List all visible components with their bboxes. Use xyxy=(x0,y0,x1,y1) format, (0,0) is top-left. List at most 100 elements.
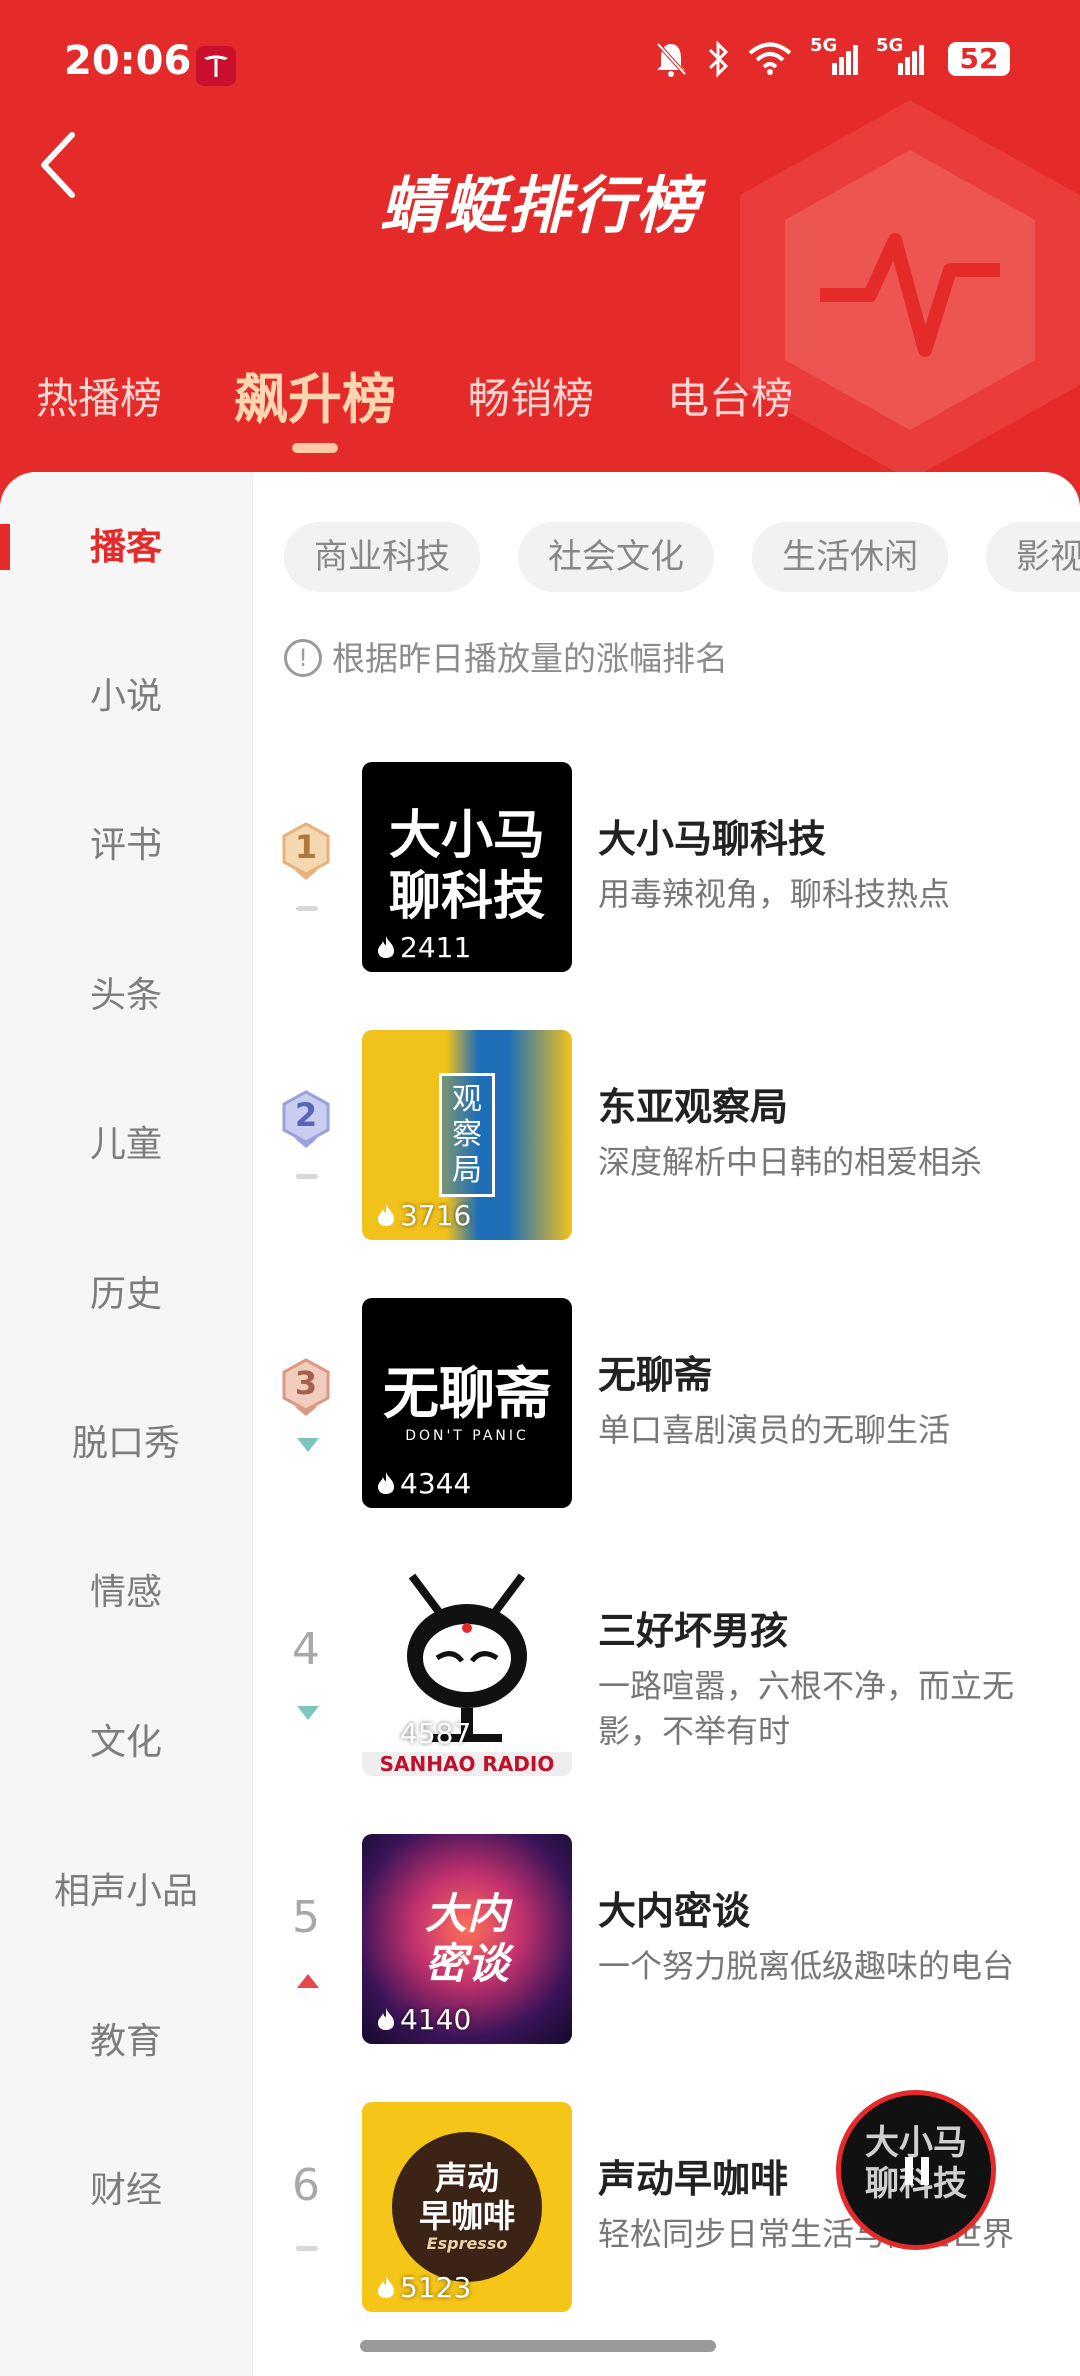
flame-icon xyxy=(378,1472,394,1494)
podcast-title: 东亚观察局 xyxy=(598,1085,789,1129)
sidebar-item-history[interactable]: 历史 xyxy=(0,1245,252,1345)
podcast-cover[interactable]: 大小马 聊科技 2411 xyxy=(362,762,572,972)
trend-flat-icon xyxy=(296,2246,318,2251)
sidebar-item-headlines[interactable]: 头条 xyxy=(0,946,252,1046)
rank-number: 2 xyxy=(294,1096,318,1134)
tesla-app-icon xyxy=(196,46,236,86)
cellular-signal-2: 5G xyxy=(876,35,924,77)
pause-icon[interactable] xyxy=(897,2151,937,2191)
rank-indicator: 2 xyxy=(252,1030,372,1250)
hint-text: 根据昨日播放量的涨幅排名 xyxy=(332,639,728,678)
rank-number: 3 xyxy=(294,1364,318,1402)
podcast-description: 一路喧嚣，六根不净，而立无影，不举有时 xyxy=(598,1667,1015,1750)
cover-art-text: 声动 早咖啡 xyxy=(418,2158,515,2235)
flame-icon xyxy=(378,1722,394,1744)
play-count: 4587 xyxy=(376,1717,471,1750)
play-count-value: 3716 xyxy=(400,1199,472,1232)
chip-social-culture[interactable]: 社会文化 xyxy=(518,522,714,592)
podcast-cover[interactable]: 大内 密谈 4140 xyxy=(362,1834,572,2044)
active-tab-indicator xyxy=(292,443,338,453)
header: 20:06 5G 5G 52 蜻蜓排行榜 热播榜 飙升榜 畅销榜 电台榜 xyxy=(0,0,1080,520)
podcast-title: 大内密谈 xyxy=(598,1889,751,1933)
rank-number: 6 xyxy=(292,2160,320,2211)
podcast-cover[interactable]: SANHAO RADIO 4587 xyxy=(362,1566,572,1776)
rank-number: 4 xyxy=(292,1624,320,1675)
podcast-description: 深度解析中日韩的相爱相杀 xyxy=(598,1143,983,1181)
chip-film[interactable]: 影视 xyxy=(986,522,1080,592)
play-count: 4140 xyxy=(376,2003,471,2036)
podcast-cover[interactable]: 观 察 局 3716 xyxy=(362,1030,572,1240)
cellular-signal-1: 5G xyxy=(810,35,858,77)
coffee-cup-graphic: 声动 早咖啡 Espresso xyxy=(392,2132,542,2282)
sidebar-item-emotion[interactable]: 情感 xyxy=(0,1543,252,1643)
chip-business-tech[interactable]: 商业科技 xyxy=(284,522,480,592)
ranking-item[interactable]: 2 观 察 局 3716 东亚观察局 深度解析中日韩的相爱相杀 xyxy=(252,1030,1080,1250)
trend-down-icon xyxy=(297,1438,319,1452)
play-count: 3716 xyxy=(376,1199,471,1232)
rank-number: 1 xyxy=(294,828,318,866)
ranking-item[interactable]: 4 SANHAO RADIO 4587 三好坏男孩 一路喧嚣，六根不净，而立无影… xyxy=(252,1566,1080,1786)
sidebar-item-novel[interactable]: 小说 xyxy=(0,647,252,747)
rank-indicator: 6 xyxy=(252,2102,372,2322)
tab-radio[interactable]: 电台榜 xyxy=(667,365,793,426)
sidebar-item-culture[interactable]: 文化 xyxy=(0,1693,252,1793)
cover-art-subtext: DON'T PANIC xyxy=(405,1427,529,1444)
status-time: 20:06 xyxy=(64,38,192,84)
play-count-value: 4140 xyxy=(400,2003,472,2036)
home-indicator[interactable] xyxy=(360,2340,716,2352)
play-count: 2411 xyxy=(376,931,471,964)
trend-up-icon xyxy=(297,1974,319,1988)
tab-hot-play[interactable]: 热播榜 xyxy=(36,365,162,426)
podcast-description: 用毒辣视角，聊科技热点 xyxy=(598,875,951,913)
tab-best-selling[interactable]: 畅销榜 xyxy=(468,365,594,426)
rank-indicator: 5 xyxy=(252,1834,372,2054)
play-count-value: 2411 xyxy=(400,931,472,964)
cover-art-text: 观 察 局 xyxy=(439,1072,495,1198)
filter-chips: 商业科技 社会文化 生活休闲 影视 xyxy=(284,522,1080,598)
sidebar-item-crosstalk[interactable]: 相声小品 xyxy=(0,1842,252,1942)
podcast-title: 三好坏男孩 xyxy=(598,1609,789,1653)
play-count-value: 4344 xyxy=(400,1467,472,1500)
podcast-cover[interactable]: 无聊斋 DON'T PANIC 4344 xyxy=(362,1298,572,1508)
trend-down-icon xyxy=(297,1706,319,1720)
flame-icon xyxy=(378,2008,394,2030)
mini-player[interactable]: 大小马 聊科技 xyxy=(836,2090,996,2250)
sidebar-item-storytelling[interactable]: 评书 xyxy=(0,796,252,896)
sidebar-item-education[interactable]: 教育 xyxy=(0,1992,252,2092)
wifi-icon xyxy=(748,42,792,75)
rank-indicator: 3 xyxy=(252,1298,372,1518)
cover-art-text: 无聊斋 xyxy=(383,1361,551,1427)
category-sidebar: 播客 小说 评书 头条 儿童 历史 脱口秀 情感 文化 相声小品 教育 财经 xyxy=(0,472,253,2376)
podcast-cover[interactable]: 声动 早咖啡 Espresso 5123 xyxy=(362,2102,572,2312)
podcast-description: 轻松同步日常生活与商业世界 xyxy=(598,2215,1015,2253)
ranking-item[interactable]: 5 大内 密谈 4140 大内密谈 一个努力脱离低级趣味的电台 xyxy=(252,1834,1080,2054)
play-count: 5123 xyxy=(376,2271,471,2304)
page-title: 蜻蜓排行榜 xyxy=(379,169,700,242)
signal-bars-icon xyxy=(832,45,858,75)
sidebar-item-talk-show[interactable]: 脱口秀 xyxy=(0,1394,252,1494)
play-count-value: 5123 xyxy=(400,2271,472,2304)
flame-icon xyxy=(378,2276,394,2298)
signal-bars-icon xyxy=(898,45,924,75)
ranking-tabs: 热播榜 飙升榜 畅销榜 电台榜 xyxy=(0,355,1080,475)
ranking-hint: ! 根据昨日播放量的涨幅排名 xyxy=(284,632,728,680)
trend-flat-icon xyxy=(296,906,318,911)
sidebar-item-kids[interactable]: 儿童 xyxy=(0,1095,252,1195)
play-count: 4344 xyxy=(376,1467,471,1500)
sidebar-item-finance[interactable]: 财经 xyxy=(0,2141,252,2241)
podcast-title: 无聊斋 xyxy=(598,1353,713,1397)
podcast-description: 一个努力脱离低级趣味的电台 xyxy=(598,1947,1015,1985)
battery-indicator: 52 xyxy=(948,42,1010,76)
bell-muted-icon xyxy=(656,42,687,77)
flame-icon xyxy=(378,936,394,958)
ranking-item[interactable]: 3 无聊斋 DON'T PANIC 4344 无聊斋 单口喜剧演员的无聊生活 xyxy=(252,1298,1080,1518)
ranking-item[interactable]: 1 大小马 聊科技 2411 大小马聊科技 用毒辣视角，聊科技热点 xyxy=(252,762,1080,982)
chip-lifestyle[interactable]: 生活休闲 xyxy=(752,522,948,592)
play-count-value: 4587 xyxy=(400,1717,472,1750)
tab-rising[interactable]: 飙升榜 xyxy=(234,355,396,434)
sidebar-item-podcast[interactable]: 播客 xyxy=(0,498,252,598)
rank-number: 5 xyxy=(292,1892,320,1943)
status-icons: 5G 5G 52 xyxy=(654,35,1010,78)
podcast-title: 声动早咖啡 xyxy=(598,2157,789,2201)
rank-indicator: 4 xyxy=(252,1566,372,1786)
